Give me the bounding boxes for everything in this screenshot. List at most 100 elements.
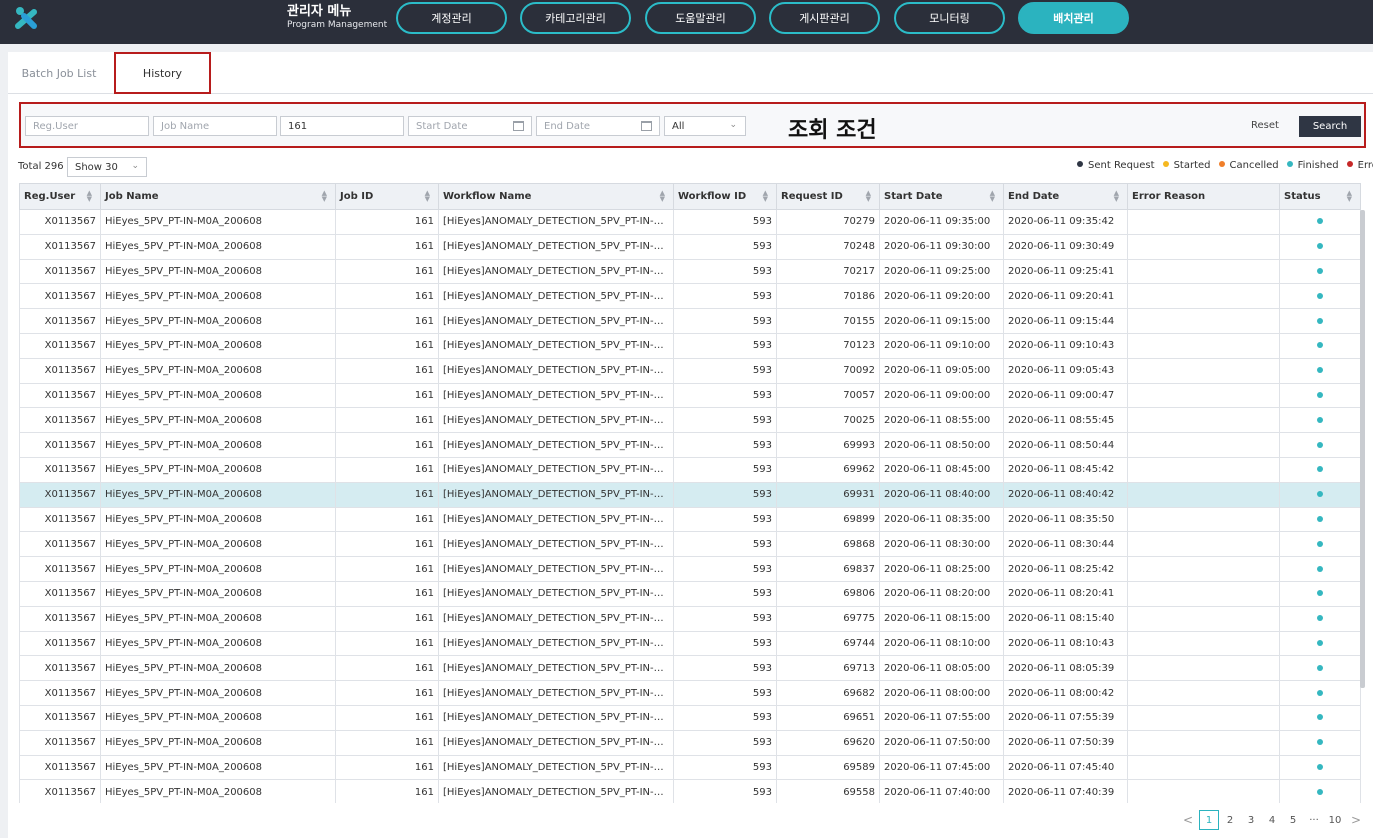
status-cell (1279, 580, 1361, 607)
table-cell: 69931 (776, 481, 880, 508)
table-row[interactable]: X0113567 HiEyes_5PV_PT-IN-M0A_200608 161 [H… (19, 357, 1361, 384)
table-row[interactable]: X0113567 HiEyes_5PV_PT-IN-M0A_200608 161 [H… (19, 754, 1361, 781)
calendar-icon[interactable] (513, 121, 524, 131)
table-cell: 161 (335, 233, 439, 260)
sort-icon[interactable]: ▲ ▼ (990, 190, 995, 203)
column-header[interactable]: Reg.User ▲ ▼ (19, 183, 101, 210)
table-row[interactable]: X0113567 HiEyes_5PV_PT-IN-M0A_200608 161 [H… (19, 729, 1361, 756)
start-date-input[interactable]: Start Date (408, 116, 532, 136)
page-size-value: Show 30 (75, 161, 118, 173)
table-row[interactable]: X0113567 HiEyes_5PV_PT-IN-M0A_200608 161 [H… (19, 506, 1361, 533)
legend-item: Error (1346, 160, 1373, 171)
table-row[interactable]: X0113567 HiEyes_5PV_PT-IN-M0A_200608 161 [H… (19, 209, 1361, 235)
status-finished-icon (1317, 540, 1323, 547)
table-row[interactable]: X0113567 HiEyes_5PV_PT-IN-M0A_200608 161 [H… (19, 630, 1361, 657)
job-id-input[interactable]: 161 (280, 116, 404, 136)
table-cell: 161 (335, 506, 439, 533)
next-page-icon[interactable]: > (1346, 810, 1366, 830)
table-row[interactable]: X0113567 HiEyes_5PV_PT-IN-M0A_200608 161 [H… (19, 481, 1361, 508)
table-row[interactable]: X0113567 HiEyes_5PV_PT-IN-M0A_200608 161 [H… (19, 382, 1361, 409)
menu-title-ko: 관리자 메뉴 (287, 4, 352, 19)
table-cell: [HiEyes]ANOMALY_DETECTION_5PV_PT-IN-M0..… (438, 630, 674, 657)
nav-monitoring[interactable]: 모니터링 (894, 2, 1005, 34)
table-row[interactable]: X0113567 HiEyes_5PV_PT-IN-M0A_200608 161 [H… (19, 258, 1361, 285)
table-row[interactable]: X0113567 HiEyes_5PV_PT-IN-M0A_200608 161 [H… (19, 332, 1361, 359)
sort-icon[interactable]: ▲ ▼ (1347, 190, 1352, 203)
nav-category-management[interactable]: 카테고리관리 (520, 2, 631, 34)
prev-page-icon[interactable]: < (1178, 810, 1198, 830)
table-row[interactable]: X0113567 HiEyes_5PV_PT-IN-M0A_200608 161 [H… (19, 655, 1361, 682)
legend-label: Finished (1297, 160, 1339, 171)
column-header[interactable]: Request ID ▲ ▼ (776, 183, 880, 210)
table-cell: 593 (673, 605, 777, 632)
table-cell: 2020-06-11 08:30:44 (1003, 531, 1128, 558)
tab-history[interactable]: History (114, 52, 211, 94)
table-row[interactable]: X0113567 HiEyes_5PV_PT-IN-M0A_200608 161 [H… (19, 779, 1361, 803)
table-row[interactable]: X0113567 HiEyes_5PV_PT-IN-M0A_200608 161 [H… (19, 680, 1361, 706)
nav-batch-management[interactable]: 배치관리 (1018, 2, 1129, 34)
tab-batch-job-list[interactable]: Batch Job List (16, 52, 102, 94)
table-cell: 69868 (776, 531, 880, 558)
column-header[interactable]: Job Name ▲ ▼ (100, 183, 336, 210)
page-button[interactable]: 3 (1241, 810, 1261, 830)
table-row[interactable]: X0113567 HiEyes_5PV_PT-IN-M0A_200608 161 [H… (19, 407, 1361, 434)
table-cell: X0113567 (19, 655, 101, 682)
table-row[interactable]: X0113567 HiEyes_5PV_PT-IN-M0A_200608 161 [H… (19, 580, 1361, 607)
page-button[interactable]: 1 (1199, 810, 1219, 830)
sort-icon[interactable]: ▲ ▼ (866, 190, 871, 203)
sort-icon[interactable]: ▲ ▼ (322, 190, 327, 203)
table-cell: [HiEyes]ANOMALY_DETECTION_5PV_PT-IN-M0..… (438, 233, 674, 260)
search-button[interactable]: Search (1299, 116, 1361, 137)
table-cell: HiEyes_5PV_PT-IN-M0A_200608 (100, 680, 336, 706)
last-page-button[interactable]: 10 (1325, 810, 1345, 830)
table-row[interactable]: X0113567 HiEyes_5PV_PT-IN-M0A_200608 161 [H… (19, 456, 1361, 483)
nav-help-management[interactable]: 도움말관리 (645, 2, 756, 34)
column-header[interactable]: Start Date ▲ ▼ (879, 183, 1004, 210)
table-row[interactable]: X0113567 HiEyes_5PV_PT-IN-M0A_200608 161 [H… (19, 605, 1361, 632)
end-date-input[interactable]: End Date (536, 116, 660, 136)
table-cell: 2020-06-11 08:20:00 (879, 580, 1004, 607)
sort-icon[interactable]: ▲ ▼ (1114, 190, 1119, 203)
reg-user-input[interactable]: Reg.User (25, 116, 149, 136)
sort-icon[interactable]: ▲ ▼ (660, 190, 665, 203)
job-name-input[interactable]: Job Name (153, 116, 277, 136)
column-header[interactable]: Workflow ID ▲ ▼ (673, 183, 777, 210)
table-row[interactable]: X0113567 HiEyes_5PV_PT-IN-M0A_200608 161 [H… (19, 704, 1361, 731)
table-row[interactable]: X0113567 HiEyes_5PV_PT-IN-M0A_200608 161 [H… (19, 556, 1361, 582)
main-panel: Batch Job List History Reg.User Job Name… (8, 52, 1373, 838)
column-header-label: Status (1284, 191, 1321, 202)
page-button[interactable]: 4 (1262, 810, 1282, 830)
table-cell: X0113567 (19, 407, 101, 434)
page-ellipsis[interactable]: ··· (1304, 810, 1324, 830)
table-cell: 161 (335, 655, 439, 682)
column-header[interactable]: Job ID ▲ ▼ (335, 183, 439, 210)
app-logo-icon[interactable] (14, 6, 40, 30)
sort-icon[interactable]: ▲ ▼ (87, 190, 92, 203)
column-header[interactable]: End Date ▲ ▼ (1003, 183, 1128, 210)
vertical-scrollbar[interactable] (1360, 210, 1365, 688)
table-cell (1127, 556, 1280, 582)
table-row[interactable]: X0113567 HiEyes_5PV_PT-IN-M0A_200608 161 [H… (19, 432, 1361, 458)
table-cell: 593 (673, 680, 777, 706)
table-cell: 593 (673, 258, 777, 285)
table-row[interactable]: X0113567 HiEyes_5PV_PT-IN-M0A_200608 161 [H… (19, 233, 1361, 260)
table-row[interactable]: X0113567 HiEyes_5PV_PT-IN-M0A_200608 161 [H… (19, 308, 1361, 334)
table-row[interactable]: X0113567 HiEyes_5PV_PT-IN-M0A_200608 161 [H… (19, 283, 1361, 310)
sort-icon[interactable]: ▲ ▼ (763, 190, 768, 203)
page-button[interactable]: 2 (1220, 810, 1240, 830)
status-select[interactable]: All ⌄ (664, 116, 746, 136)
nav-account-management[interactable]: 계정관리 (396, 2, 507, 34)
page-button[interactable]: 5 (1283, 810, 1303, 830)
column-header[interactable]: Status ▲ ▼ (1279, 183, 1361, 210)
status-cell (1279, 754, 1361, 781)
table-cell: 593 (673, 308, 777, 334)
column-header[interactable]: Workflow Name ▲ ▼ (438, 183, 674, 210)
calendar-icon[interactable] (641, 121, 652, 131)
table-row[interactable]: X0113567 HiEyes_5PV_PT-IN-M0A_200608 161 [H… (19, 531, 1361, 558)
pagination: <1 2 3 4 5 ··· 10 > (1178, 810, 1367, 830)
page-size-select[interactable]: Show 30 ⌄ (67, 157, 147, 177)
nav-board-management[interactable]: 게시판관리 (769, 2, 880, 34)
sort-icon[interactable]: ▲ ▼ (425, 190, 430, 203)
column-header[interactable]: Error Reason (1127, 183, 1280, 210)
reset-button[interactable]: Reset (1251, 120, 1279, 131)
